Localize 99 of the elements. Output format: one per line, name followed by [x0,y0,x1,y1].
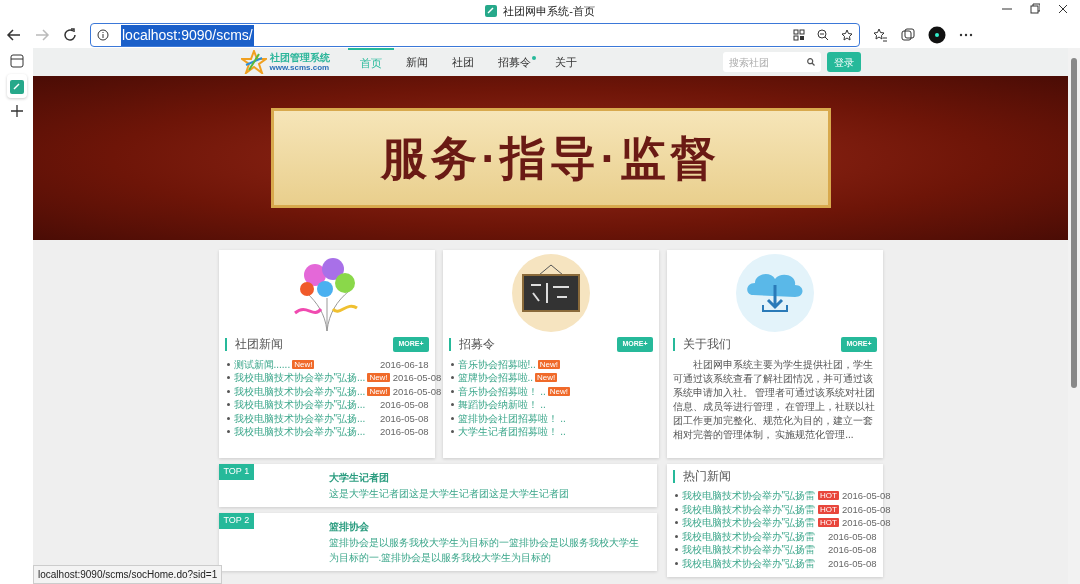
news-date: 2016-05-08 [840,489,891,503]
news-link[interactable]: 篮牌协会招募啦.. [457,371,534,385]
bullet-icon [674,494,678,498]
panel-title: 热门新闻 [672,470,877,483]
news-date: 2016-05-08 [391,384,442,398]
login-button[interactable]: 登录 [826,52,861,72]
new-tag: New! [292,359,315,369]
new-tag: New! [367,386,390,396]
close-icon[interactable] [1058,3,1068,15]
club-name[interactable]: 篮排协会 [328,519,647,535]
info-icon [97,29,109,41]
cloud-download-icon [734,253,815,333]
new-tab-plus-icon[interactable] [9,104,24,118]
club-description: 这是大学生记者团这是大学生记者团这是大学生记者团 [328,487,570,501]
news-link[interactable]: 我校电脑技术协会举办"弘扬... [233,398,366,412]
news-link[interactable]: 音乐协会招募啦！ .. [457,384,546,398]
news-date: 2016-06-18 [378,357,429,371]
site-favicon [485,5,498,17]
news-date: 2016-05-08 [391,371,442,385]
new-tag: New! [367,373,390,383]
bullet-icon [226,430,230,434]
bullet-icon [674,561,678,565]
news-link[interactable]: 大学生记者团招募啦！ .. [457,425,566,439]
panel-title: 关于我们 [672,337,731,351]
panel-title: 社团新闻 [224,337,283,351]
qr-code-icon[interactable] [793,29,805,41]
bullet-icon [450,430,454,434]
rank-tag: TOP 2 [218,513,255,529]
hot-tag: HOT [818,504,839,514]
nav-link[interactable]: 关于 [542,48,589,76]
new-tag: New! [535,373,558,383]
scrollbar-thumb[interactable] [1071,58,1077,388]
tab-favicon-icon[interactable] [9,79,24,94]
address-bar[interactable]: localhost:9090/scms/ [90,23,860,47]
news-link[interactable]: 舞蹈协会纳新啦！ .. [457,398,546,412]
bullet-icon [450,416,454,420]
back-arrow-icon[interactable] [6,27,22,43]
news-date: 2016-05-08 [826,529,877,543]
club-name[interactable]: 大学生记者团 [328,470,647,486]
tab-actions-icon[interactable] [9,54,24,68]
news-date: 2016-05-08 [840,502,891,516]
club-description: 篮排协会是以服务我校大学生为目标的一篮排协会是以服务我校大学生为目标的一.篮排协会是以服务我校大学生为目标的 [328,536,640,565]
refresh-icon[interactable] [62,27,78,43]
bullet-icon [226,362,230,366]
star-logo-icon [240,50,267,74]
logo-subtitle: www.scms.com [269,63,330,72]
bullet-icon [450,362,454,366]
bullet-icon [674,507,678,511]
news-link[interactable]: 我校电脑技术协会举办"弘扬... [233,425,366,439]
search-icon[interactable] [806,58,815,66]
news-link[interactable]: 篮排协会社团招募啦！ .. [457,411,566,425]
nav-link[interactable]: 社团 [439,48,486,76]
bullet-icon [226,389,230,393]
search-field[interactable]: 搜索社团 [722,52,821,72]
news-link[interactable]: 我校电脑技术协会举办"弘扬雷 [681,543,816,557]
new-tag: New! [537,359,561,369]
banner-title: 服务·指导·监督 [381,130,720,186]
news-date: 2016-05-08 [378,411,429,425]
news-date: 2016-05-08 [378,398,429,412]
zoom-out-icon[interactable] [817,29,829,41]
favorite-star-icon[interactable] [841,29,853,41]
news-link[interactable]: 我校电脑技术协会举办"弘扬雷 [681,489,816,503]
bullet-icon [674,521,678,525]
news-link[interactable]: 我校电脑技术协会举办"弘扬... [233,411,366,425]
bullet-icon [450,403,454,407]
news-link[interactable]: 我校电脑技术协会举办"弘扬雷 [681,502,816,516]
news-date: 2016-05-08 [826,556,877,570]
news-link[interactable]: 我校电脑技术协会举办"弘扬... [233,384,366,398]
window-title: 社团网申系统-首页 [503,3,595,19]
bullet-icon [674,548,678,552]
bullet-icon [674,534,678,538]
bullet-icon [226,416,230,420]
logo-title: 社团管理系统 [269,52,330,63]
nav-link[interactable]: 招募令 [485,48,543,76]
hot-tag: HOT [818,518,839,528]
bullet-icon [450,376,454,380]
collections-icon[interactable] [900,27,916,43]
restore-icon[interactable] [1030,3,1040,15]
status-url: localhost:9090/scms/socHome.do?sid=1 [33,565,223,584]
hot-tag: HOT [818,491,839,501]
favorites-icon[interactable] [872,27,888,43]
news-link[interactable]: 我校电脑技术协会举办"弘扬雷 [681,529,816,543]
news-date: 2016-05-08 [840,516,891,530]
news-link[interactable]: 音乐协会招募啦!.. [457,357,536,371]
news-link[interactable]: 我校电脑技术协会举办"弘扬... [233,371,366,385]
rank-tag: TOP 1 [218,464,255,480]
news-link[interactable]: 测试新闻...... [233,357,291,371]
bullet-icon [226,376,230,380]
bullet-icon [226,403,230,407]
new-tag: New! [547,386,571,396]
bullet-icon [450,389,454,393]
news-date: 2016-05-08 [378,425,429,439]
panel-title: 招募令 [448,337,495,351]
news-date: 2016-05-08 [826,543,877,557]
news-link[interactable]: 我校电脑技术协会举办"弘扬雷 [681,516,816,530]
news-link[interactable]: 我校电脑技术协会举办"弘扬雷 [681,556,816,570]
profile-avatar-icon[interactable] [928,26,946,44]
nav-link[interactable]: 新闻 [393,48,440,76]
about-text: 社团网申系统主要为学生提供社团，学生可通过该系统查看了解社团情况，并可通过该系统申请加入社。 管理者可通过该系统对社团信息、成员等进行管理， 在管理上，社联以社团工作更加完整化、规范化为目的，建立一套相对完善的管理体制， 实施规范化管理... [672,357,877,442]
